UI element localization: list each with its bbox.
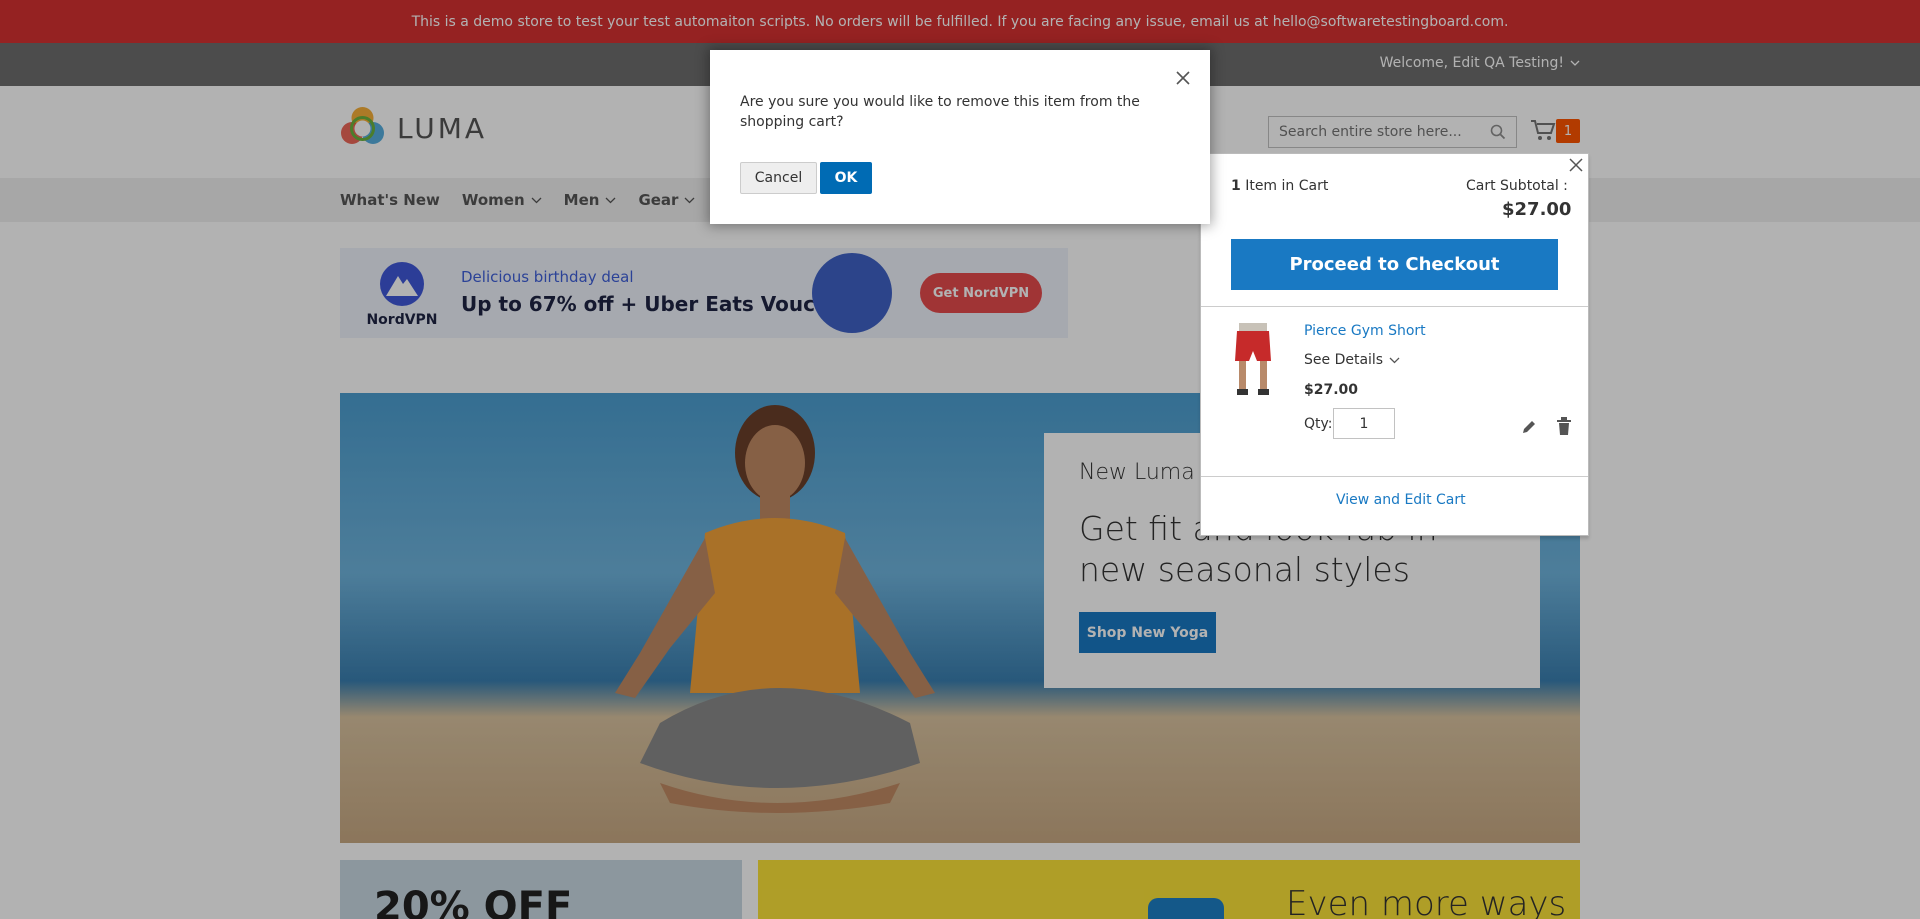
minicart-divider — [1201, 476, 1588, 477]
close-icon[interactable] — [1566, 155, 1586, 175]
qty-input[interactable] — [1333, 408, 1395, 439]
proceed-to-checkout-button[interactable]: Proceed to Checkout — [1231, 239, 1558, 290]
trash-icon[interactable] — [1556, 417, 1572, 435]
product-price: $27.00 — [1304, 382, 1359, 398]
see-details-toggle[interactable]: See Details — [1304, 352, 1400, 368]
minicart-count-number: 1 — [1231, 178, 1241, 194]
qty-label: Qty: — [1304, 416, 1333, 432]
ok-button[interactable]: OK — [820, 162, 872, 194]
minicart-item-count: 1 Item in Cart — [1231, 178, 1328, 194]
minicart-divider — [1201, 306, 1588, 307]
minicart-subtotal-value: $27.00 — [1502, 199, 1572, 220]
modal-message: Are you sure you would like to remove th… — [740, 94, 1140, 130]
confirm-remove-modal — [710, 50, 1210, 224]
chevron-down-icon — [1389, 357, 1400, 363]
see-details-label: See Details — [1304, 352, 1384, 368]
close-icon[interactable] — [1173, 68, 1193, 88]
view-and-edit-cart-link[interactable]: View and Edit Cart — [1336, 492, 1466, 508]
cancel-button[interactable]: Cancel — [740, 162, 817, 194]
minicart-subtotal-label: Cart Subtotal : — [1466, 178, 1568, 194]
minicart-count-label: Item in Cart — [1245, 178, 1329, 194]
product-thumbnail[interactable] — [1231, 321, 1275, 399]
product-name-link[interactable]: Pierce Gym Short — [1304, 323, 1426, 339]
edit-pencil-icon[interactable] — [1521, 419, 1537, 435]
